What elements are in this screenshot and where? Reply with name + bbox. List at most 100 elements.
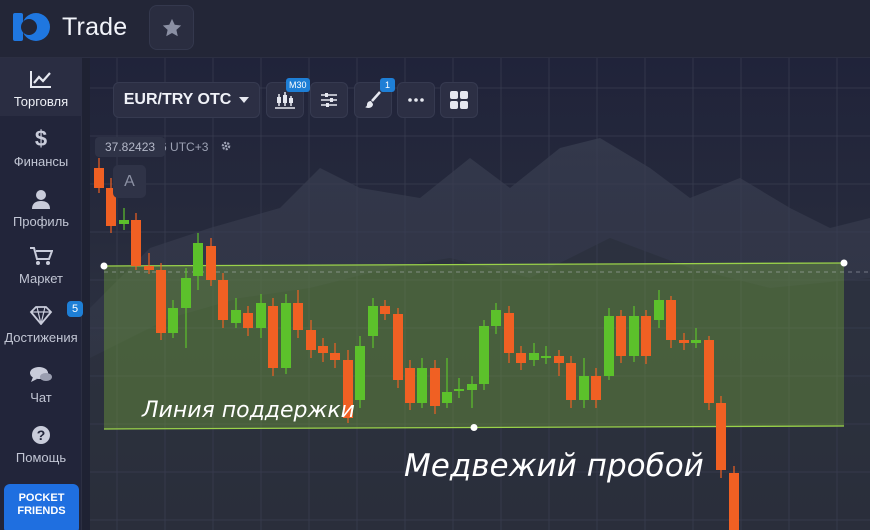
candle-body <box>616 316 626 356</box>
candle-body <box>604 316 614 376</box>
favorites-button[interactable] <box>149 5 194 50</box>
candle-body <box>94 168 104 188</box>
candle-body <box>541 356 551 358</box>
pocket-friends-button[interactable]: POCKET FRIENDS <box>4 484 79 530</box>
chat-icon <box>28 364 54 386</box>
candle-body <box>231 310 241 323</box>
candle-body <box>330 353 340 360</box>
candle-body <box>156 270 166 333</box>
pocket-friends-label: POCKET FRIENDS <box>17 492 66 517</box>
candle-body <box>729 473 739 530</box>
sidebar-item-profile[interactable]: Профиль <box>0 178 82 236</box>
logo-icon <box>13 13 50 41</box>
candle-body <box>193 243 203 276</box>
candle-body <box>318 346 328 353</box>
candle-body <box>629 316 639 356</box>
candle-body <box>529 353 539 360</box>
candle-body <box>467 384 477 390</box>
candle-body <box>206 246 216 280</box>
asset-selector[interactable]: EUR/TRY OTC <box>113 82 260 118</box>
candle-body <box>479 326 489 384</box>
sidebar-item-label: Финансы <box>13 154 69 169</box>
dollar-icon: $ <box>34 126 48 151</box>
candle-body <box>716 403 726 470</box>
grid-layout-icon <box>450 91 468 109</box>
candle-body <box>704 340 714 403</box>
chart-area[interactable]: EUR/TRY OTC M30 1 15:47:26 UTC+3 37.8242… <box>90 58 870 530</box>
candle-body <box>281 303 291 368</box>
sidebar-item-chat[interactable]: Чат <box>0 354 82 412</box>
auto-scale-button[interactable]: A <box>113 165 146 198</box>
candle-body <box>181 278 191 308</box>
layout-button[interactable] <box>440 82 478 118</box>
help-icon: ? <box>28 424 54 446</box>
drawing-handle[interactable] <box>840 259 848 267</box>
asset-pair-label: EUR/TRY OTC <box>123 91 232 108</box>
candle-body <box>454 389 464 391</box>
timeframe-badge: M30 <box>286 78 310 92</box>
candle-body <box>417 368 427 403</box>
sidebar: Торговля $ Финансы Профиль Маркет Достиж… <box>0 58 82 530</box>
sidebar-item-trading[interactable]: Торговля <box>0 58 82 116</box>
star-icon <box>162 18 181 36</box>
diamond-icon <box>28 304 54 326</box>
candle-body <box>691 340 701 343</box>
sidebar-item-help[interactable]: ? Помощь <box>0 414 82 472</box>
sidebar-item-label: Профиль <box>12 214 70 229</box>
more-dots-icon <box>408 98 424 102</box>
candle-body <box>566 363 576 400</box>
candle-body <box>293 303 303 330</box>
candle-body <box>119 220 129 224</box>
drawings-badge: 1 <box>380 78 395 92</box>
candle-body <box>306 330 316 350</box>
breakout-annotation: Медвежий пробой <box>404 448 704 484</box>
candle-body <box>405 368 415 403</box>
candle-body <box>131 220 141 266</box>
candle-body <box>654 300 664 320</box>
candle-body <box>380 306 390 314</box>
candle-body <box>168 308 178 333</box>
sidebar-item-label: Достижения <box>4 330 78 345</box>
logo[interactable]: Trade <box>12 10 127 44</box>
candle-body <box>144 266 154 270</box>
candle-body <box>491 310 501 326</box>
chat-badge: 5 <box>67 301 83 317</box>
candles-icon <box>275 92 295 109</box>
sidebar-item-label: Чат <box>30 390 52 405</box>
candle-body <box>591 376 601 400</box>
candle-body <box>579 376 589 400</box>
candle-body <box>516 353 526 363</box>
sidebar-item-label: Помощь <box>15 450 67 465</box>
candle-body <box>666 300 676 340</box>
top-bar: Trade <box>0 0 870 58</box>
candle-body <box>504 313 514 353</box>
candle-body <box>554 356 564 363</box>
chart-line-icon <box>28 68 54 90</box>
candle-body <box>243 313 253 328</box>
price-label: 37.82423 <box>95 137 166 157</box>
settings-gear-icon[interactable] <box>220 140 232 152</box>
indicators-button[interactable] <box>310 82 348 118</box>
candle-body <box>268 306 278 368</box>
cart-icon <box>28 245 54 267</box>
drawing-handle[interactable] <box>470 424 478 431</box>
candle-body <box>641 316 651 356</box>
candle-body <box>393 314 403 380</box>
more-button[interactable] <box>397 82 435 118</box>
candle-body <box>679 340 689 343</box>
app-name: Trade <box>62 12 128 41</box>
brush-icon <box>365 91 381 108</box>
sidebar-item-label: Торговля <box>13 94 69 109</box>
drawing-handle[interactable] <box>100 262 108 270</box>
sidebar-item-market[interactable]: Маркет <box>0 235 82 293</box>
sidebar-item-label: Маркет <box>18 271 64 286</box>
svg-text:?: ? <box>37 427 46 443</box>
candle-body <box>256 303 266 328</box>
sidebar-item-finance[interactable]: $ Финансы <box>0 118 82 176</box>
user-icon <box>28 188 54 210</box>
caret-down-icon <box>239 97 250 103</box>
support-annotation: Линия поддержки <box>142 398 355 423</box>
candle-body <box>368 306 378 336</box>
sliders-icon <box>321 93 337 107</box>
candle-body <box>218 280 228 320</box>
